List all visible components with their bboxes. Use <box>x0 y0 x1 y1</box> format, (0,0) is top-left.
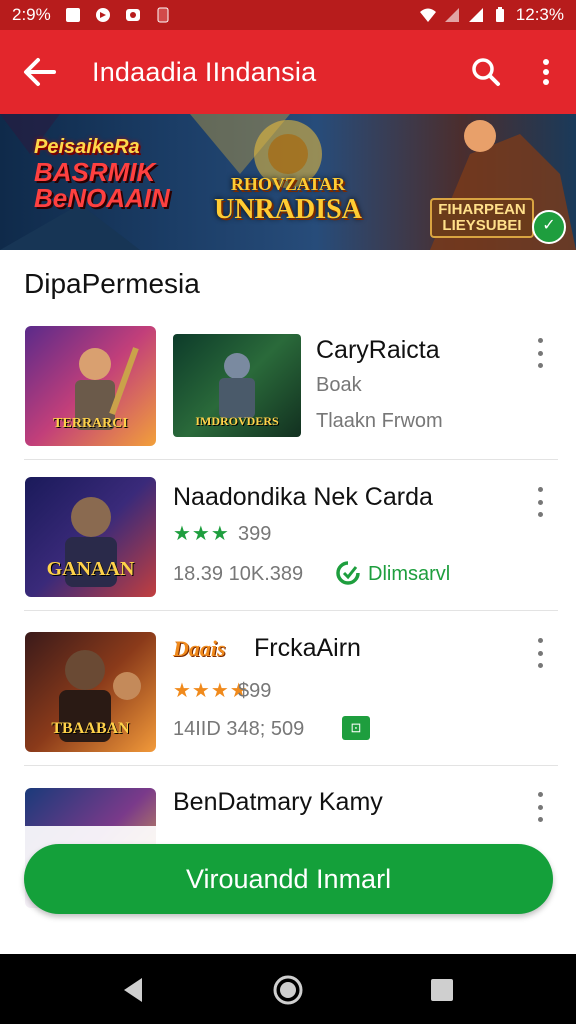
status-time-left: 2:9% <box>12 5 51 24</box>
banner-right-line1: FIHARPEAN <box>438 201 526 218</box>
back-arrow-icon <box>24 58 56 86</box>
status-bar: 2:9% 12:3% <box>0 0 576 30</box>
banner-center-logo: RHOVZATAR UNRADISA <box>208 174 368 225</box>
search-icon <box>472 58 500 86</box>
screenshot-caption: IMDROVDERS <box>195 414 279 428</box>
divider <box>24 765 558 766</box>
app-bar-title: Indaadia IIndansia <box>92 56 317 87</box>
list-item[interactable]: TBAABAN Daais FrckaAirn ★★★★ $99 14IID 3… <box>0 616 576 766</box>
item-more-button[interactable] <box>534 487 546 517</box>
banner-left-line3: BeNOAAIN <box>34 183 170 213</box>
banner-center-line1: RHOVZATAR <box>230 174 346 194</box>
app-title: BenDatmary Kamy <box>173 788 383 816</box>
banner-center-line2: UNRADISA <box>214 194 362 225</box>
rating-value: $99 <box>238 680 272 702</box>
overflow-menu-button[interactable] <box>516 30 576 114</box>
app-notification-icon <box>125 9 140 21</box>
install-button[interactable]: Virouandd Inmarl <box>24 844 553 914</box>
featured-banner[interactable]: PeisaikeRa BASRMIK BeNOAAIN RHOVZATAR UN… <box>0 114 576 250</box>
banner-right-logo: FIHARPEAN LIEYSUBEI <box>430 198 534 238</box>
rating-stars-icon: ★★★ <box>173 523 230 545</box>
nav-home-icon[interactable] <box>270 972 306 1008</box>
rating-value: 399 <box>238 523 272 545</box>
app-thumbnail: TERRARCI <box>25 326 156 446</box>
download-badge-icon <box>336 561 360 585</box>
nav-back-icon[interactable] <box>116 972 152 1008</box>
app-thumbnail: GANAAN <box>25 477 156 597</box>
play-store-icon <box>95 8 110 22</box>
app-meta: 18.39 10K.389 <box>173 563 304 585</box>
app-thumbnail: TBAABAN <box>25 632 156 752</box>
item-more-button[interactable] <box>534 792 546 822</box>
status-time-right: 12:3% <box>515 5 564 24</box>
item-more-button[interactable] <box>534 638 546 668</box>
app-meta: 14IID 348; 509 <box>173 718 305 740</box>
signal-icon <box>444 8 459 22</box>
notification-square-icon <box>65 8 80 22</box>
app-title: CaryRaicta <box>316 336 440 364</box>
banner-left-line2: BASRMIK <box>34 157 156 187</box>
banner-left-logo: PeisaikeRa BASRMIK BeNOAAIN <box>34 136 174 222</box>
app-bar: Indaadia IIndansia <box>0 30 576 114</box>
app-developer: Tlaakn Frwom <box>316 410 443 432</box>
section-title: DipaPermesia <box>24 268 200 299</box>
signal-icon-2 <box>468 8 483 22</box>
list-item[interactable]: GANAAN Naadondika Nek Carda ★★★ 399 18.3… <box>0 461 576 611</box>
divider <box>24 459 558 460</box>
app-logo-text: Daais <box>173 636 226 661</box>
thumbnail-caption: TBAABAN <box>51 720 130 737</box>
more-vertical-icon <box>543 59 549 85</box>
thumbnail-caption: TERRARCI <box>53 416 128 431</box>
sim-icon <box>157 7 169 23</box>
banner-left-line1: PeisaikeRa <box>34 136 140 158</box>
nav-recents-icon[interactable] <box>424 972 460 1008</box>
back-button[interactable] <box>0 30 80 114</box>
banner-right-line2: LIEYSUBEI <box>442 217 522 234</box>
banner-check-badge-icon: ✓ <box>532 210 566 244</box>
battery-icon <box>495 7 504 22</box>
search-button[interactable] <box>456 30 516 114</box>
app-screenshot-thumbnail: IMDROVDERS <box>173 334 301 437</box>
list-item[interactable]: TERRARCI IMDROVDERS CaryRaicta Boak Tlaa… <box>0 310 576 460</box>
navigation-bar <box>0 954 576 1024</box>
app-subtitle: Boak <box>316 374 362 396</box>
install-status-text: Dlimsarvl <box>368 563 451 585</box>
divider <box>24 610 558 611</box>
install-badge-icon: ⊡ <box>342 716 370 740</box>
item-more-button[interactable] <box>534 338 546 368</box>
app-title: FrckaAirn <box>254 634 361 662</box>
app-title: Naadondika Nek Carda <box>173 483 433 511</box>
thumbnail-caption: GANAAN <box>46 558 135 580</box>
wifi-icon <box>419 8 436 22</box>
